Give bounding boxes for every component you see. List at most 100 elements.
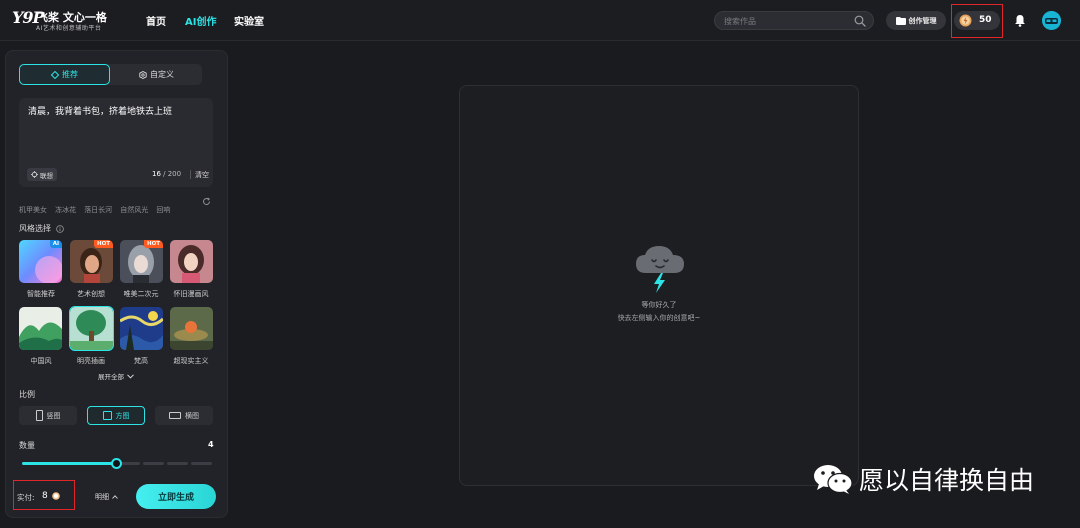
style-tile-anime[interactable]: HOT [120,240,163,283]
tab-custom[interactable]: 自定义 [111,64,202,85]
sparkle-icon [31,171,38,178]
hexagon-icon [139,70,147,79]
slider-segment [119,462,140,465]
generate-button[interactable]: 立即生成 [136,484,216,509]
refresh-icon[interactable] [202,197,211,206]
style-label: 怀旧漫画风 [173,290,209,298]
wechat-icon [814,465,853,494]
chevron-up-icon [112,495,118,499]
divider [190,170,191,179]
style-section-label: 风格选择 [19,224,51,233]
expand-all-button[interactable]: 展开全部 [98,371,134,381]
hot-badge: HOT [143,240,163,248]
style-label: 梵高 [134,357,148,365]
style-thumbnail [120,307,163,350]
suggestion-item[interactable]: 冻冰花 [55,205,76,215]
suggestion-list: 机甲美女 冻冰花 落日长河 自然风光 回响 [19,197,173,214]
tab-recommend[interactable]: 推荐 [19,64,110,85]
brand-logo[interactable]: Y9P 飞桨 文心一格 AI艺术和创意辅助平台 [12,8,107,34]
style-tile-surrealism[interactable] [170,307,213,350]
quantity-value: 4 [208,440,214,449]
slider-segment [167,462,188,465]
slider-fill [22,462,117,465]
style-label: 智能推荐 [27,290,55,298]
style-label: 唯美二次元 [123,290,159,298]
associate-label: 联想 [40,171,53,180]
creation-management-label: 创作管理 [908,16,937,25]
avatar[interactable] [1042,11,1061,30]
style-label: 中国风 [30,357,52,365]
avatar-image [1042,11,1061,30]
search-icon[interactable] [854,15,866,27]
char-count-max: / 200 [160,170,182,178]
style-tile-van-gogh[interactable] [120,307,163,350]
nav-lab[interactable]: 实验室 [234,13,264,28]
creation-panel: 推荐 自定义 清晨，我背着书包，挤着地铁去上班 联想 16 / 200 清空 机… [5,50,228,518]
style-thumbnail [170,307,213,350]
slider-segment [191,462,212,465]
nav-home[interactable]: 首页 [146,13,166,28]
brand-tagline: AI艺术和创意辅助平台 [36,25,102,32]
nav-ai-create[interactable]: AI创作 [185,13,216,28]
result-canvas: 等你好久了 快去左侧输入你的创意吧~ [459,85,859,486]
clear-button[interactable]: 清空 [195,170,209,180]
chevron-down-icon [127,373,134,379]
style-label: 艺术创想 [77,290,105,298]
ratio-section-title: 比例 [19,390,35,399]
associate-button[interactable]: 联想 [27,168,57,181]
style-tile-art[interactable]: HOT [70,240,113,283]
portrait-shape-icon [35,410,43,421]
char-count-current: 16 [152,170,161,178]
square-shape-icon [102,411,112,420]
empty-state-title: 等你好久了 [641,301,677,309]
detail-label: 明细 [95,493,109,501]
quantity-slider[interactable] [22,458,212,469]
info-icon[interactable] [55,224,64,233]
style-section-title: 风格选择 [19,223,64,234]
wechat-watermark: 愿以自律换自由 [813,462,1034,496]
style-tile-bright-illustration[interactable] [69,306,114,351]
char-counter: 16 / 200 [152,170,181,178]
prompt-area[interactable]: 清晨，我背着书包，挤着地铁去上班 联想 16 / 200 清空 [19,98,213,187]
cost-label: 实付: [17,493,35,502]
credits-count: 50 [979,15,992,25]
search-input[interactable] [724,15,849,27]
folder-icon [895,16,906,25]
ratio-label: 竖图 [46,411,61,420]
suggestion-item[interactable]: 自然风光 [120,205,148,215]
search-box [714,11,874,30]
suggestion-item[interactable]: 落日长河 [84,205,112,215]
suggestion-item[interactable]: 回响 [156,205,170,215]
coin-icon [52,492,60,500]
detail-button[interactable]: 明细 [95,492,118,502]
top-bar: Y9P 飞桨 文心一格 AI艺术和创意辅助平台 首页 AI创作 实验室 创作管理… [0,0,1080,41]
style-tile-smart[interactable]: AI [19,240,62,283]
diamond-icon [51,70,59,79]
ai-badge: AI [49,240,62,248]
ratio-label: 横图 [185,411,199,420]
creation-management-button[interactable]: 创作管理 [886,11,946,30]
bell-icon[interactable] [1014,14,1026,27]
credits-button[interactable]: 50 [954,11,1000,30]
style-label: 超现实主义 [173,357,209,365]
coin-icon [959,14,972,27]
mode-tabs: 推荐 自定义 [19,64,202,85]
ratio-label: 方图 [115,411,130,420]
slider-thumb[interactable] [111,458,122,469]
suggestion-item[interactable]: 机甲美女 [19,205,47,215]
expand-all-label: 展开全部 [98,373,124,381]
style-thumbnail [70,307,113,350]
style-tile-chinese[interactable] [19,307,62,350]
cloud-lightning-icon [636,246,684,293]
ratio-portrait-button[interactable]: 竖图 [19,406,77,425]
style-thumbnail [19,307,62,350]
hot-badge: HOT [93,240,113,248]
ratio-landscape-button[interactable]: 横图 [155,406,213,425]
slider-segment [143,462,164,465]
watermark-text: 愿以自律换自由 [859,466,1035,495]
style-label: 明亮插画 [77,357,105,365]
style-tile-retro-comic[interactable] [170,240,213,283]
ratio-square-button[interactable]: 方图 [87,406,145,425]
tab-custom-label: 自定义 [150,70,174,79]
prompt-text[interactable]: 清晨，我背着书包，挤着地铁去上班 [28,106,204,119]
